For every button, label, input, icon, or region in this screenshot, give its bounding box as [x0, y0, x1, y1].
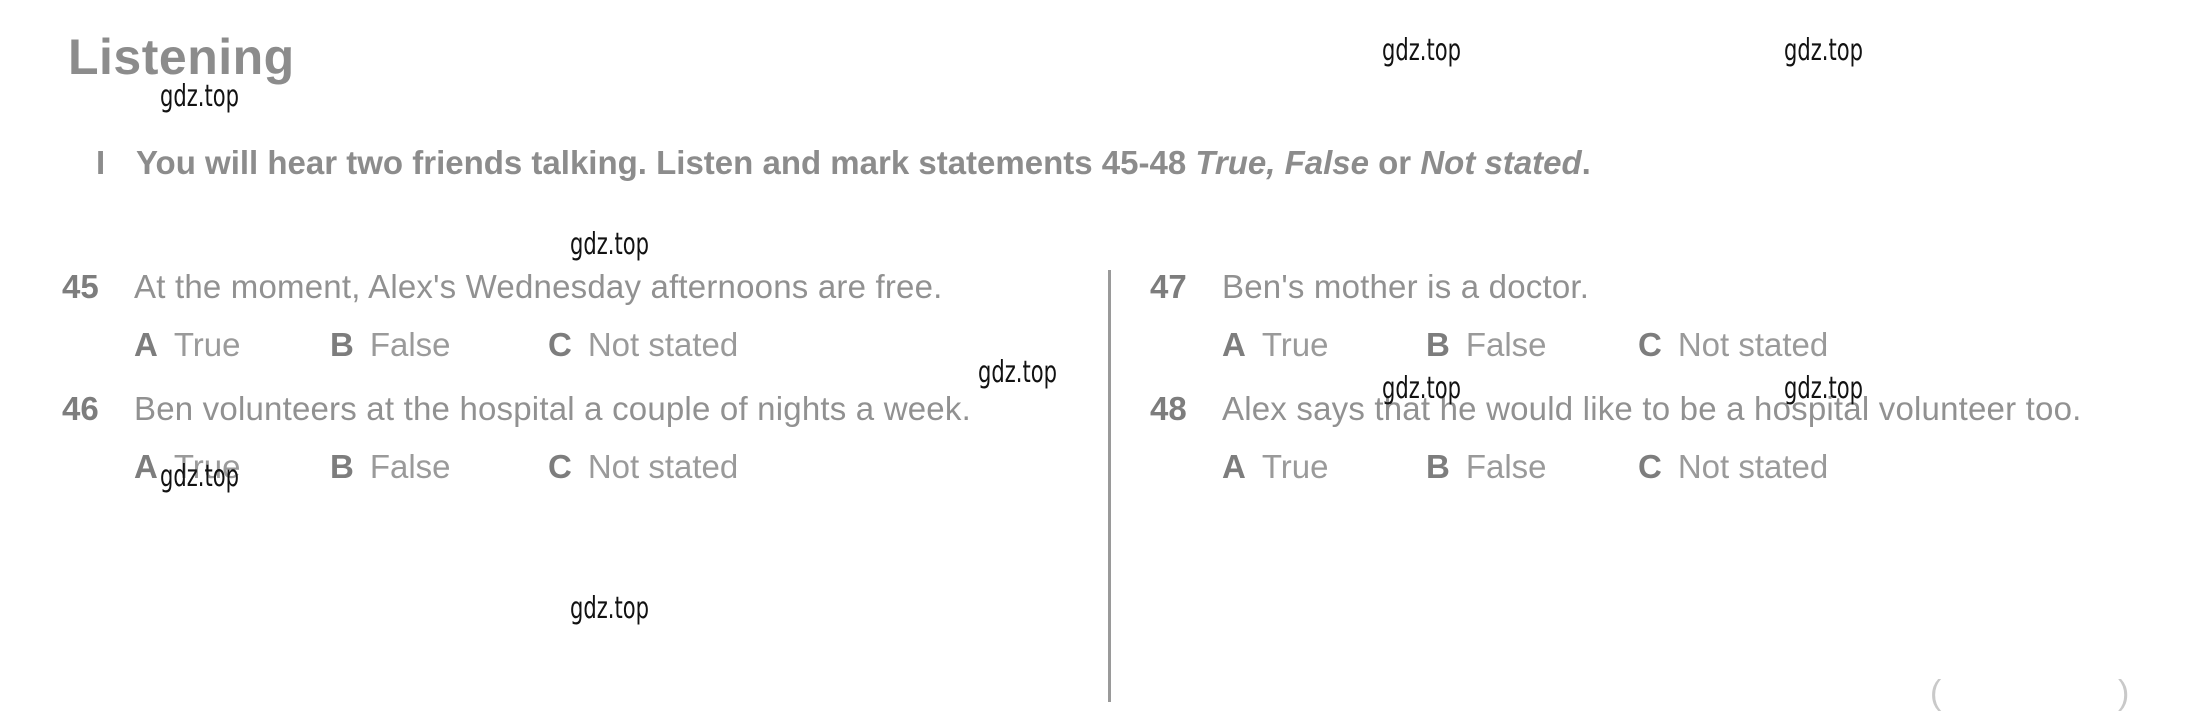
question-block: 46 Ben volunteers at the hospital a coup… — [62, 380, 1092, 496]
question-number: 45 — [62, 268, 99, 305]
option-letter: B — [330, 448, 354, 485]
instruction-italic-1: True, False — [1195, 144, 1369, 181]
page-title: Listening — [68, 29, 295, 85]
option-letter: C — [548, 448, 572, 485]
option-label: False — [369, 326, 451, 363]
instruction-text: You will hear two friends talking. Liste… — [136, 146, 2156, 179]
option-letter: A — [134, 448, 158, 485]
option-letter: C — [548, 326, 572, 363]
page-paren-open: ( — [1930, 674, 1942, 712]
option-label: True — [1261, 448, 1329, 485]
question-head: 47 Ben's mother is a doctor. A True B Fa… — [1150, 258, 2150, 374]
option-label: False — [1465, 326, 1547, 363]
option-label: Not stated — [587, 326, 739, 363]
question-text: Ben's mother is a doctor. — [1222, 268, 1590, 305]
option-b[interactable]: B False — [1426, 316, 1638, 374]
option-letter: C — [1638, 326, 1662, 363]
question-body: Ben volunteers at the hospital a couple … — [134, 380, 1092, 496]
option-letter: B — [1426, 448, 1450, 485]
option-letter: C — [1638, 448, 1662, 485]
watermark: gdz.top — [1382, 33, 1461, 68]
option-label: Not stated — [587, 448, 739, 485]
question-number: 48 — [1150, 390, 1187, 427]
answer-options: A True B False C Not stated — [1222, 438, 2150, 496]
exercise-number: I — [96, 144, 106, 181]
answer-options: A True B False C Not stated — [1222, 316, 2150, 374]
question-block: 47 Ben's mother is a doctor. A True B Fa… — [1150, 258, 2150, 374]
option-c[interactable]: C Not stated — [548, 438, 738, 496]
option-a[interactable]: A True — [134, 316, 330, 374]
option-label: False — [369, 448, 451, 485]
option-letter: A — [1222, 326, 1246, 363]
option-label: False — [1465, 448, 1547, 485]
worksheet-page: Listening I You will hear two friends ta… — [0, 0, 2186, 710]
watermark: gdz.top — [1784, 33, 1863, 68]
question-body: Ben's mother is a doctor. A True B False — [1222, 258, 2150, 374]
option-label: True — [1261, 326, 1329, 363]
option-letter: B — [1426, 326, 1450, 363]
option-b[interactable]: B False — [330, 438, 548, 496]
option-letter: A — [134, 326, 158, 363]
option-c[interactable]: C Not stated — [1638, 316, 1828, 374]
question-head: 48 Alex says that he would like to be a … — [1150, 380, 2150, 496]
question-body: Alex says that he would like to be a hos… — [1222, 380, 2150, 496]
option-a[interactable]: A True — [1222, 438, 1426, 496]
option-b[interactable]: B False — [1426, 438, 1638, 496]
watermark: gdz.top — [570, 227, 649, 262]
question-number: 46 — [62, 390, 99, 427]
instruction-italic-2: Not stated — [1420, 144, 1582, 181]
option-letter: B — [330, 326, 354, 363]
option-c[interactable]: C Not stated — [1638, 438, 1828, 496]
question-head: 45 At the moment, Alex's Wednesday after… — [62, 258, 1092, 374]
option-label: Not stated — [1677, 448, 1829, 485]
answer-options: A True B False C Not stated — [134, 438, 1092, 496]
question-body: At the moment, Alex's Wednesday afternoo… — [134, 258, 1092, 374]
option-letter: A — [1222, 448, 1246, 485]
question-text: At the moment, Alex's Wednesday afternoo… — [134, 268, 943, 305]
column-divider — [1108, 270, 1111, 702]
watermark: gdz.top — [160, 79, 239, 114]
option-label: True — [173, 448, 241, 485]
question-column-right: 47 Ben's mother is a doctor. A True B Fa… — [1150, 258, 2150, 502]
option-a[interactable]: A True — [134, 438, 330, 496]
question-block: 48 Alex says that he would like to be a … — [1150, 380, 2150, 496]
question-text: Ben volunteers at the hospital a couple … — [134, 390, 971, 427]
option-b[interactable]: B False — [330, 316, 548, 374]
questions-area: 45 At the moment, Alex's Wednesday after… — [0, 258, 2186, 702]
question-head: 46 Ben volunteers at the hospital a coup… — [62, 380, 1092, 496]
exercise-instruction: I You will hear two friends talking. Lis… — [96, 146, 2156, 179]
instruction-segment-1: You will hear two friends talking. Liste… — [136, 144, 1196, 181]
option-label: Not stated — [1677, 326, 1829, 363]
answer-options: A True B False C Not stated — [134, 316, 1092, 374]
option-c[interactable]: C Not stated — [548, 316, 738, 374]
question-column-left: 45 At the moment, Alex's Wednesday after… — [62, 258, 1092, 502]
option-label: True — [173, 326, 241, 363]
instruction-segment-2: or — [1368, 144, 1421, 181]
question-number: 47 — [1150, 268, 1187, 305]
option-a[interactable]: A True — [1222, 316, 1426, 374]
question-text: Alex says that he would like to be a hos… — [1222, 390, 2082, 427]
page-paren-close: ) — [2118, 674, 2130, 712]
question-block: 45 At the moment, Alex's Wednesday after… — [62, 258, 1092, 374]
instruction-segment-3: . — [1581, 144, 1591, 181]
